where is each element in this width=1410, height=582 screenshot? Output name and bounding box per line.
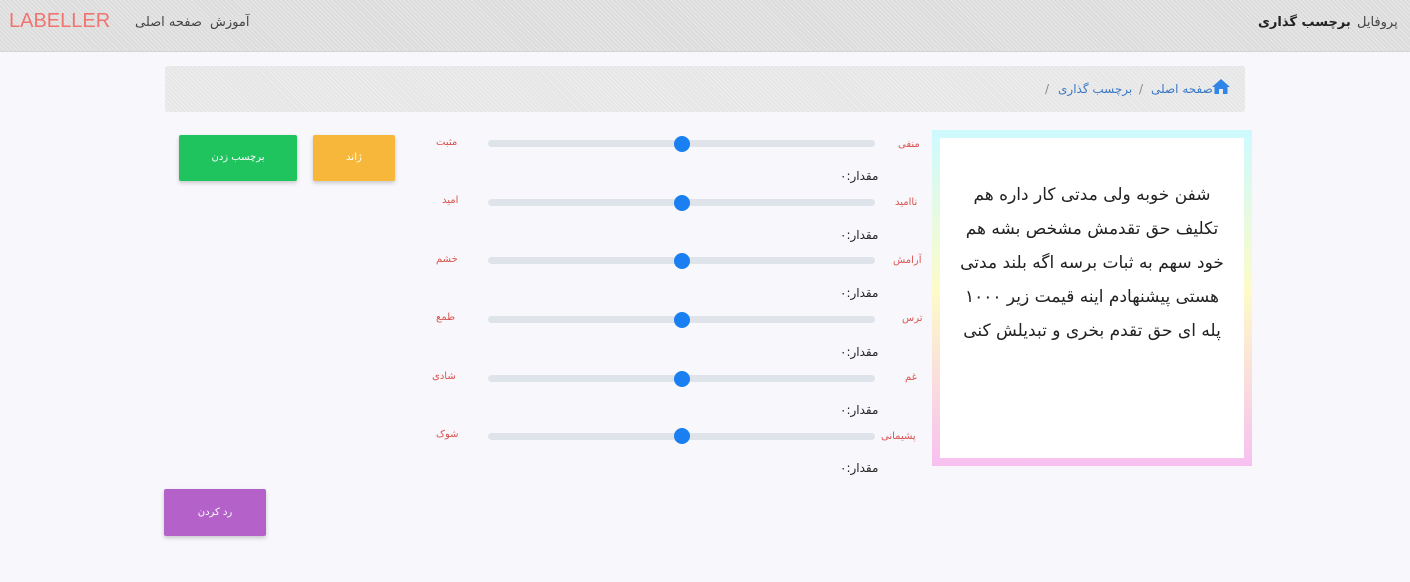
nav-tutorial-link[interactable]: آموزش [210, 15, 249, 30]
slider-thumb[interactable] [674, 195, 690, 211]
label-button[interactable]: برچسب زدن [179, 135, 297, 181]
text-content: شفن خوبه ولی مدتی کار داره هم تکلیف حق ت… [940, 138, 1244, 458]
slider-left-label: طمع [436, 312, 456, 323]
slider-left-label: امید [442, 195, 459, 206]
slider-right-label: ترس [902, 313, 923, 324]
skip-button[interactable]: ژاند [313, 135, 395, 181]
slider-thumb[interactable] [674, 428, 690, 444]
breadcrumb-separator: / [1045, 82, 1050, 96]
slider-value: مقدار:۰ [840, 169, 879, 183]
slider-thumb[interactable] [674, 253, 690, 269]
breadcrumb-current[interactable]: برچسب گذاری [1058, 82, 1132, 96]
reject-button[interactable]: رد کردن [164, 489, 266, 536]
breadcrumb-home[interactable]: صفحه اصلی [1151, 82, 1213, 96]
slider-value: مقدار:۰ [840, 228, 879, 242]
slider-thumb[interactable] [674, 136, 690, 152]
slider-right-label: پشیمانی [881, 431, 916, 442]
breadcrumb-separator: / [1139, 82, 1144, 96]
slider-value: مقدار:۰ [840, 345, 879, 359]
slider-thumb[interactable] [674, 312, 690, 328]
top-navbar: LABELLER صفحه اصلی آموزش برچسب گذاری پرو… [0, 0, 1410, 52]
slider-right-label: آرامش [893, 255, 922, 266]
slider-right-label: غم [905, 372, 917, 383]
home-icon[interactable] [1211, 78, 1231, 95]
slider-value: مقدار:۰ [840, 461, 879, 475]
slider-left-label: خشم [436, 254, 458, 265]
text-card: شفن خوبه ولی مدتی کار داره هم تکلیف حق ت… [932, 130, 1252, 466]
brand-logo[interactable]: LABELLER [9, 10, 110, 33]
slider-left-label: مثبت [436, 137, 458, 148]
slider-value: مقدار:۰ [840, 403, 879, 417]
nav-profile-link[interactable]: پروفایل [1357, 15, 1398, 30]
nav-labeling-link[interactable]: برچسب گذاری [1258, 15, 1351, 30]
breadcrumb: / برچسب گذاری / صفحه اصلی [165, 66, 1245, 112]
slider-right-label: منفی [898, 139, 920, 150]
slider-left-label: شادی [432, 371, 456, 382]
slider-value: مقدار:۰ [840, 286, 879, 300]
nav-home-link[interactable]: صفحه اصلی [135, 15, 202, 30]
slider-right-label: ناامید [895, 197, 918, 208]
slider-left-label: شوک [436, 429, 459, 440]
slider-thumb[interactable] [674, 371, 690, 387]
